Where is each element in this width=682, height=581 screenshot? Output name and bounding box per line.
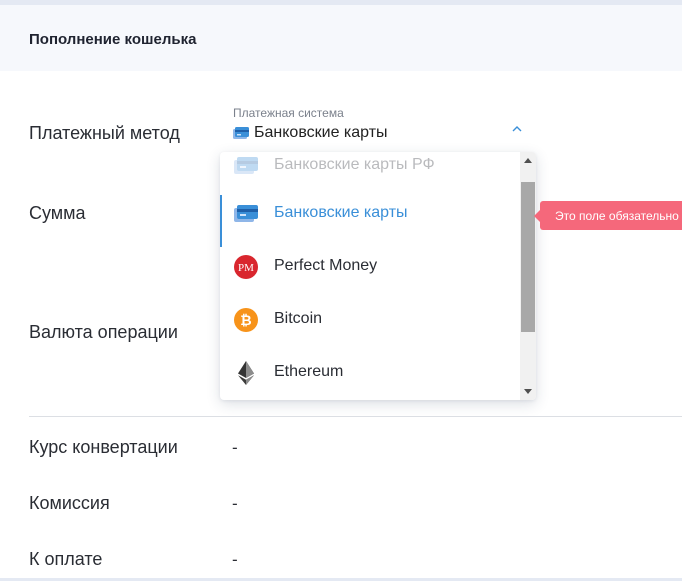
conversion-rate-label: Курс конвертации bbox=[29, 437, 178, 457]
dropdown-option-label: Банковские карты bbox=[274, 204, 408, 221]
fee-label: Комиссия bbox=[29, 493, 110, 513]
bitcoin-icon: ₿ bbox=[234, 308, 258, 332]
dropdown-option-bank-cards-rf[interactable]: Банковские карты РФ bbox=[220, 152, 520, 192]
dropdown-option-bank-cards[interactable]: Банковские карты bbox=[220, 187, 520, 247]
card-title: Пополнение кошелька bbox=[29, 31, 197, 48]
svg-text:₿: ₿ bbox=[240, 312, 251, 328]
payment-system-dropdown: Банковские карты РФ Банковские карты PM … bbox=[220, 152, 536, 400]
dropdown-option-perfect-money[interactable]: PM Perfect Money bbox=[220, 240, 520, 293]
dropdown-option-label: Perfect Money bbox=[274, 257, 378, 274]
ethereum-icon bbox=[238, 361, 254, 385]
dropdown-option-label: Банковские карты РФ bbox=[274, 156, 435, 173]
select-value-row: Банковские карты bbox=[233, 124, 388, 142]
total-value: - bbox=[232, 550, 238, 569]
conversion-rate-value: - bbox=[232, 438, 238, 457]
dropdown-scrollbar[interactable] bbox=[520, 152, 536, 400]
bank-card-icon bbox=[233, 126, 249, 139]
scroll-up-arrow-icon[interactable] bbox=[524, 158, 532, 163]
select-caption: Платежная система bbox=[233, 106, 344, 120]
perfect-money-icon: PM bbox=[234, 255, 258, 279]
divider bbox=[29, 416, 682, 417]
scroll-down-arrow-icon[interactable] bbox=[524, 389, 532, 394]
chevron-up-icon[interactable] bbox=[511, 124, 523, 134]
amount-label: Сумма bbox=[29, 203, 86, 223]
fee-value: - bbox=[232, 494, 238, 513]
scroll-thumb[interactable] bbox=[521, 182, 535, 332]
dropdown-option-ethereum[interactable]: Ethereum bbox=[220, 346, 520, 399]
card-header: Пополнение кошелька bbox=[0, 5, 682, 71]
required-field-tooltip: Это поле обязательно bbox=[540, 201, 682, 230]
payment-method-label: Платежный метод bbox=[29, 123, 180, 143]
bank-card-icon bbox=[234, 205, 258, 222]
currency-label: Валюта операции bbox=[29, 322, 178, 342]
dropdown-option-label: Ethereum bbox=[274, 363, 344, 380]
total-label: К оплате bbox=[29, 549, 103, 569]
payment-system-select[interactable]: Платежная система Банковские карты bbox=[233, 104, 523, 153]
tooltip-text: Это поле обязательно bbox=[555, 209, 679, 223]
bank-card-icon bbox=[234, 157, 258, 174]
dropdown-option-bitcoin[interactable]: ₿ Bitcoin bbox=[220, 293, 520, 346]
svg-text:PM: PM bbox=[238, 262, 254, 274]
dropdown-option-label: Bitcoin bbox=[274, 310, 323, 327]
select-value: Банковские карты bbox=[254, 124, 388, 141]
